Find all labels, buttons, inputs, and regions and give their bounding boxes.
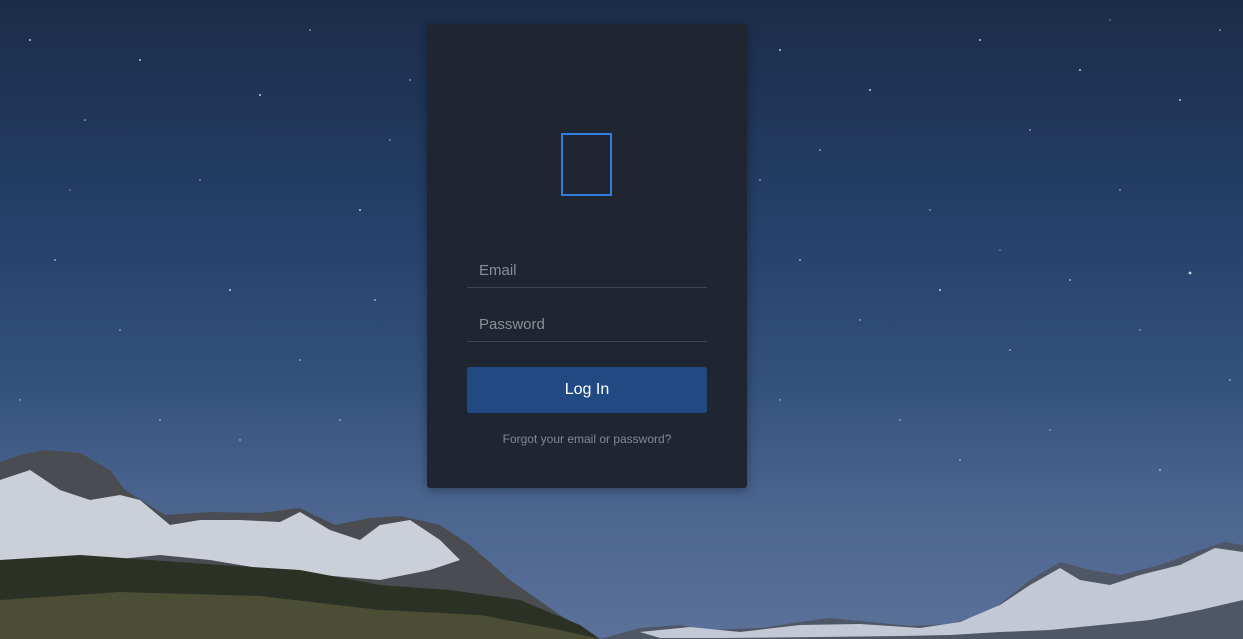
password-field-container [467,307,707,342]
email-input[interactable] [467,253,707,287]
password-input[interactable] [467,307,707,341]
login-button[interactable]: Log In [467,367,707,413]
email-field-container [467,253,707,288]
forgot-credentials-link[interactable]: Forgot your email or password? [427,432,747,446]
logo-placeholder [561,133,612,196]
login-card: Log In Forgot your email or password? [427,24,747,488]
